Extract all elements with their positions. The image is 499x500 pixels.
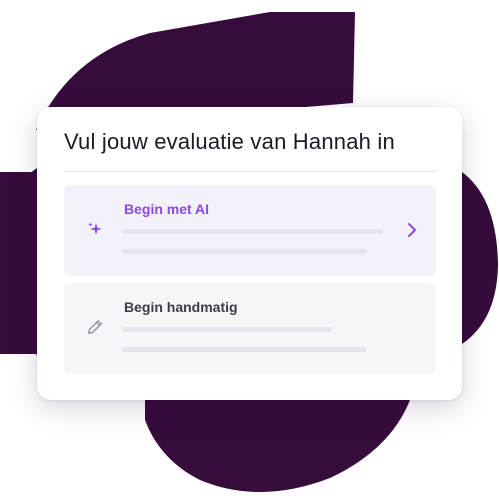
option-begin-with-ai[interactable]: Begin met AI: [64, 185, 436, 276]
placeholder-line: [122, 347, 367, 352]
placeholder-line: [122, 249, 367, 254]
sparkle-icon: [88, 222, 102, 235]
placeholder-line: [122, 229, 383, 234]
title-divider: [64, 171, 436, 172]
pencil-icon: [88, 320, 102, 334]
placeholder-line: [122, 327, 332, 332]
card-title: Vul jouw evaluatie van Hannah in: [64, 129, 395, 154]
evaluation-card: Vul jouw evaluatie van Hannah in Begin m…: [37, 107, 462, 400]
option-label: Begin handmatig: [124, 299, 238, 315]
chevron-right-icon[interactable]: [406, 222, 418, 238]
option-begin-manually[interactable]: Begin handmatig: [64, 283, 436, 374]
option-label: Begin met AI: [124, 201, 210, 217]
